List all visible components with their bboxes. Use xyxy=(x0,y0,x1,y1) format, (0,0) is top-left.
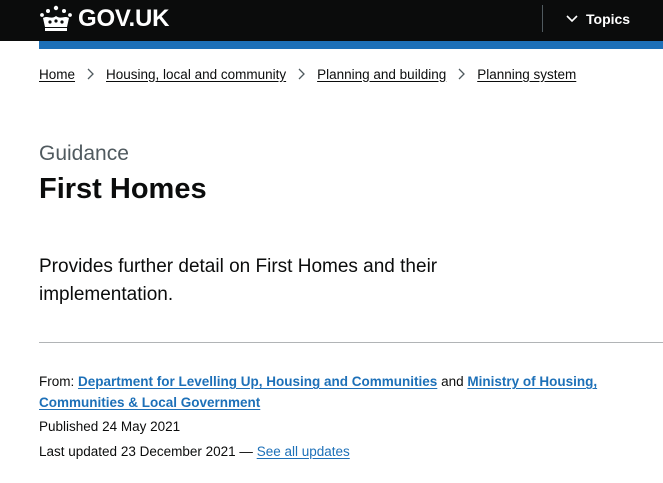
and-text: and xyxy=(441,374,464,389)
metadata-updated: Last updated 23 December 2021 — See all … xyxy=(39,441,639,462)
page-title: First Homes xyxy=(39,173,207,205)
see-all-updates-link[interactable]: See all updates xyxy=(257,444,350,459)
chevron-down-icon xyxy=(566,15,578,23)
page-lead: Provides further detail on First Homes a… xyxy=(39,256,438,305)
breadcrumb-housing[interactable]: Housing, local and community xyxy=(106,67,286,82)
published-label: Published xyxy=(39,419,99,434)
breadcrumb: Home Housing, local and community Planni… xyxy=(39,64,576,84)
updated-date: 23 December 2021 — xyxy=(120,444,253,459)
updated-label: Last updated xyxy=(39,444,118,459)
chevron-right-icon xyxy=(458,68,466,80)
breadcrumb-home[interactable]: Home xyxy=(39,67,75,82)
breadcrumb-planning-system[interactable]: Planning system xyxy=(477,67,576,82)
logo-text: GOV.UK xyxy=(78,5,170,32)
header-accent-bar xyxy=(39,41,663,49)
chevron-right-icon xyxy=(298,68,306,80)
from-label: From: xyxy=(39,374,75,389)
breadcrumb-planning-building[interactable]: Planning and building xyxy=(317,67,446,82)
published-date: 24 May 2021 xyxy=(102,419,181,434)
crown-icon xyxy=(40,5,72,31)
page-caption: Guidance xyxy=(39,142,129,165)
topics-label: Topics xyxy=(586,11,631,27)
site-header: GOV.UK Topics xyxy=(0,0,663,41)
metadata-from: From: Department for Levelling Up, Housi… xyxy=(39,371,639,413)
metadata-published: Published 24 May 2021 xyxy=(39,416,639,437)
topics-menu-button[interactable]: Topics xyxy=(566,9,630,29)
divider xyxy=(39,342,663,343)
org-link-dluhc[interactable]: Department for Levelling Up, Housing and… xyxy=(78,374,437,389)
header-divider xyxy=(542,5,543,32)
chevron-right-icon xyxy=(87,68,94,80)
govuk-logo-link[interactable]: GOV.UK xyxy=(39,5,169,33)
